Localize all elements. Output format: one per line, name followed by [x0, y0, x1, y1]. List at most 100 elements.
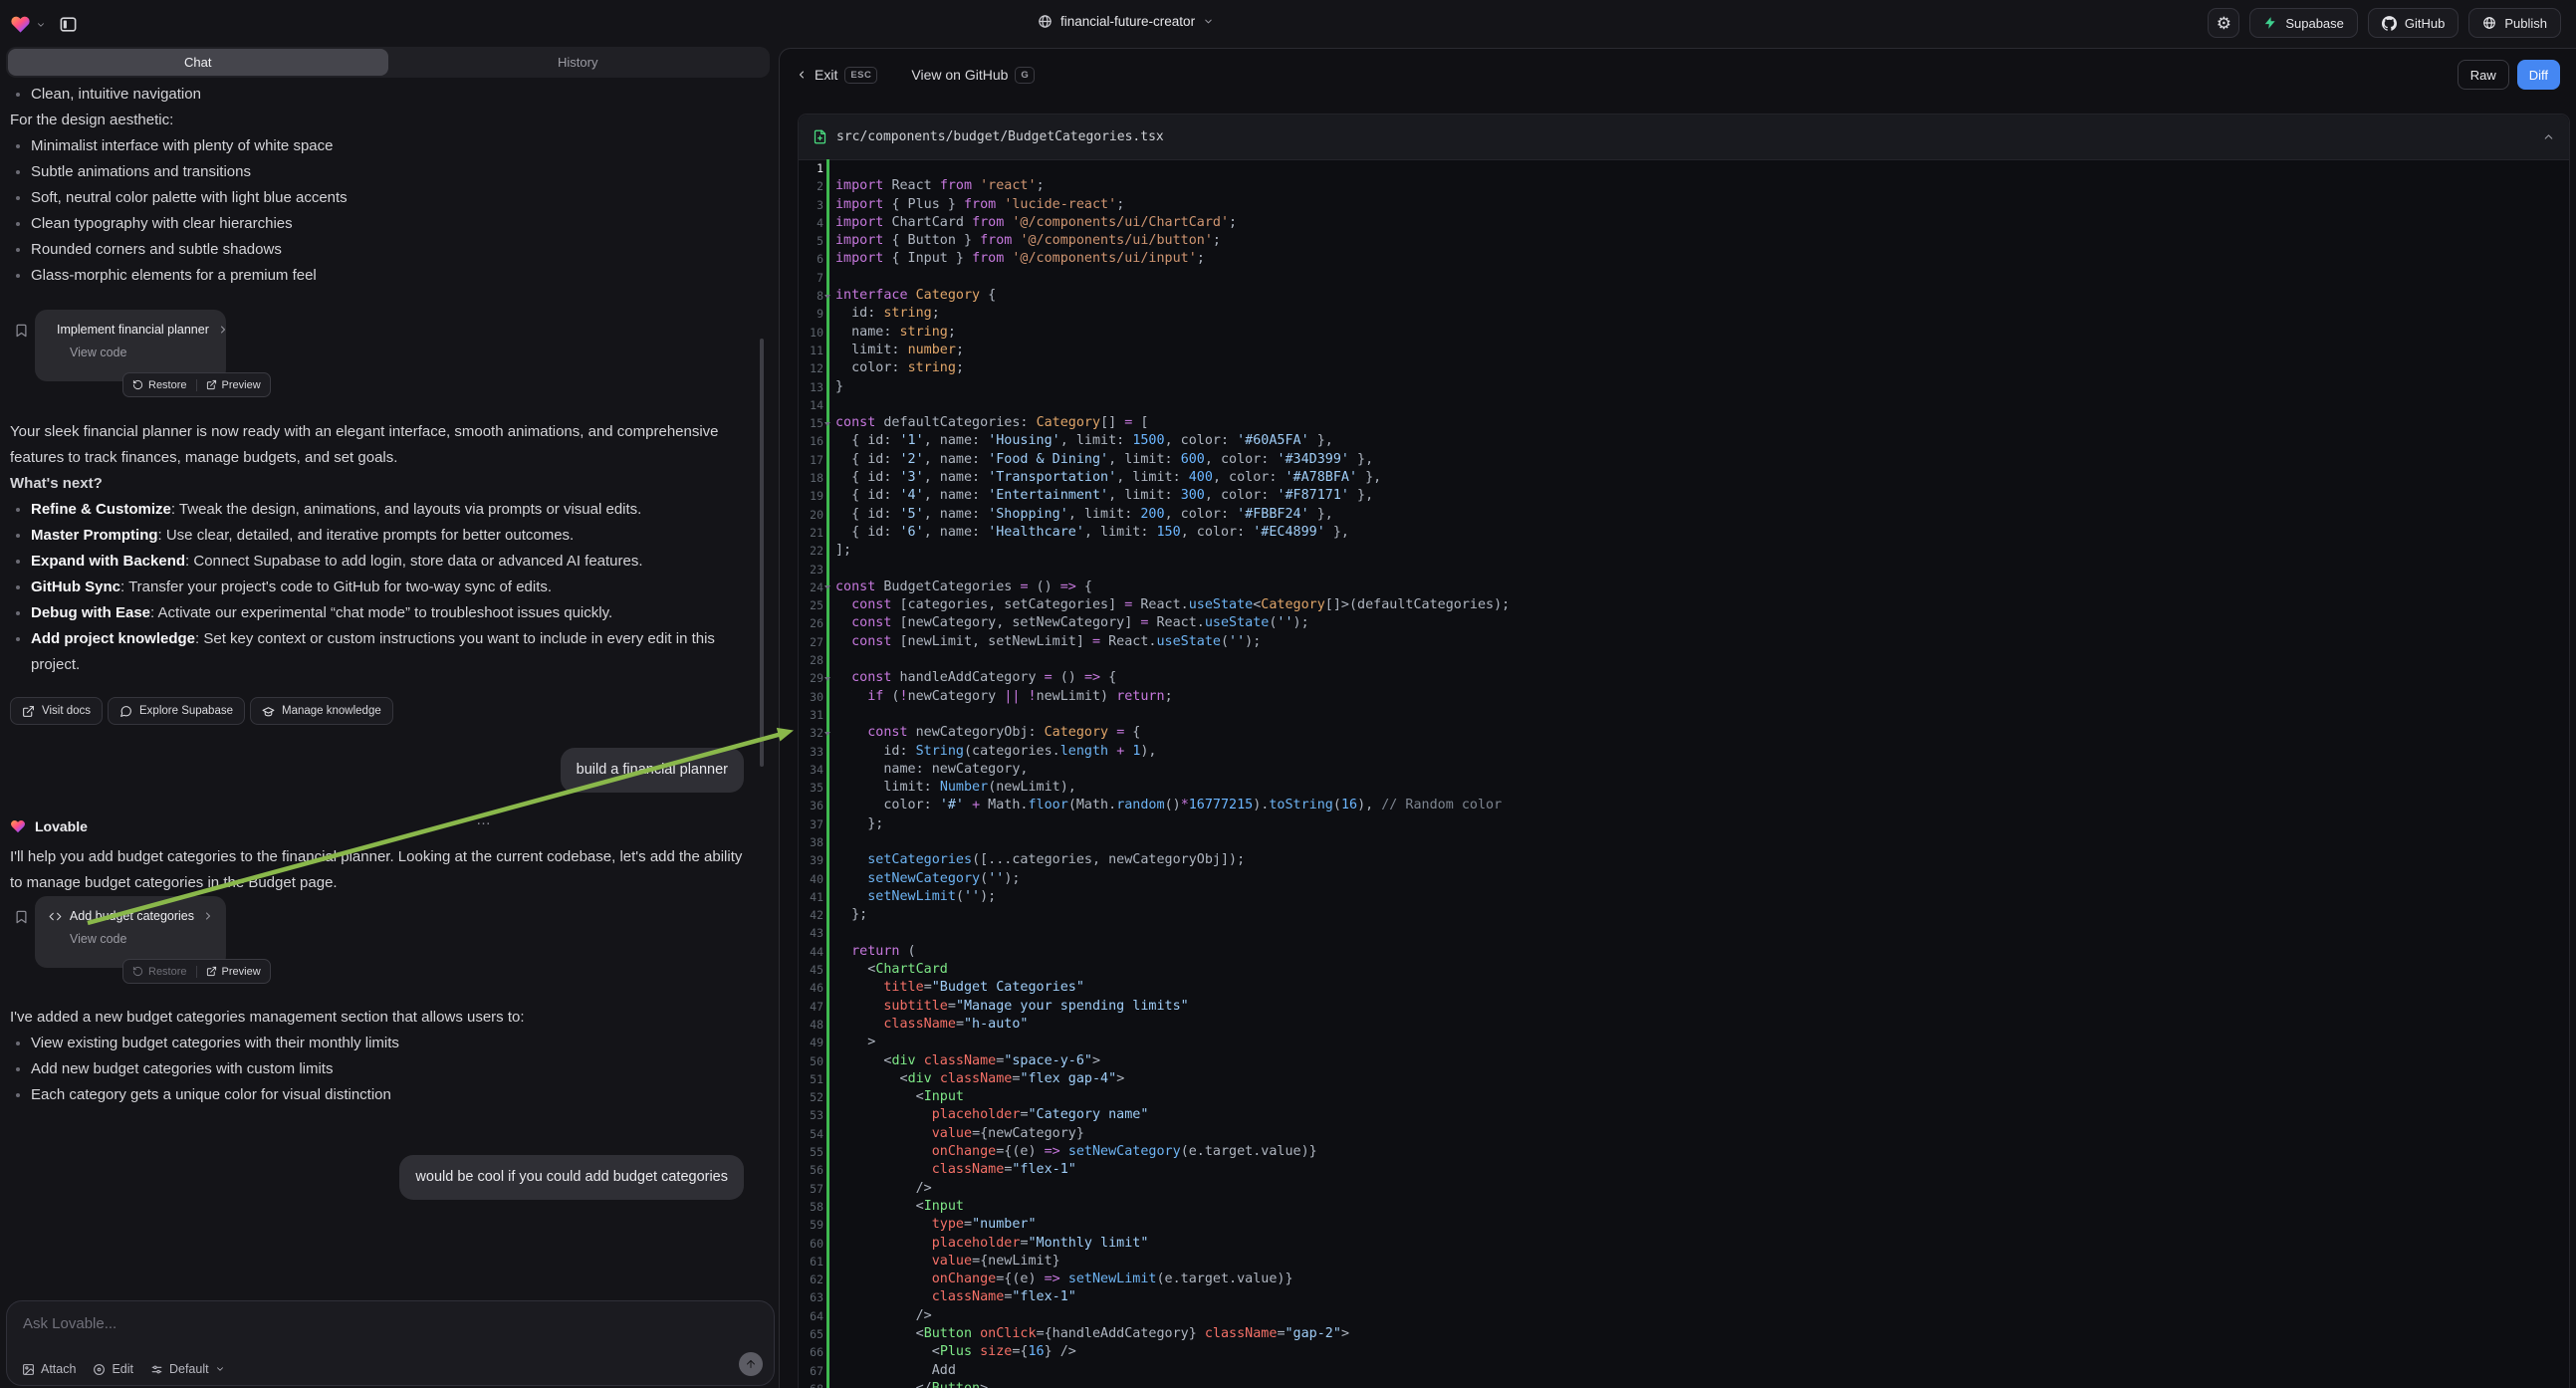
line-number: 68 — [799, 1380, 826, 1388]
preview-button[interactable]: Preview — [196, 379, 261, 391]
line-number: 9 — [799, 305, 826, 323]
fold-toggle-icon[interactable] — [824, 585, 830, 589]
line-number: 52 — [799, 1088, 826, 1106]
line-number: 40 — [799, 870, 826, 888]
fold-toggle-icon[interactable] — [824, 422, 830, 426]
code-line: 10 name: string; — [799, 324, 2569, 342]
more-options-icon[interactable] — [476, 811, 492, 828]
line-number: 60 — [799, 1235, 826, 1253]
line-number: 17 — [799, 451, 826, 469]
code-line: 24const BudgetCategories = () => { — [799, 578, 2569, 596]
line-number: 36 — [799, 797, 826, 814]
fold-toggle-icon[interactable] — [824, 677, 830, 681]
visit-docs-button[interactable]: Visit docs — [10, 697, 103, 725]
fold-toggle-icon[interactable] — [824, 295, 830, 299]
github-icon — [2382, 16, 2397, 31]
code-line: 52 <Input — [799, 1088, 2569, 1106]
tab-chat[interactable]: Chat — [8, 49, 388, 76]
toggle-sidebar-button[interactable] — [55, 11, 82, 38]
line-number: 3 — [799, 196, 826, 214]
code-line: 65 <Button onClick={handleAddCategory} c… — [799, 1325, 2569, 1343]
line-number: 61 — [799, 1253, 826, 1271]
globe-icon — [2482, 16, 2496, 30]
line-number: 21 — [799, 524, 826, 542]
code-line: 8interface Category { — [799, 287, 2569, 305]
version-card-add-budget-categories[interactable]: Add budget categories View code — [35, 896, 226, 968]
manage-knowledge-button[interactable]: Manage knowledge — [250, 697, 393, 725]
publish-button[interactable]: Publish — [2468, 8, 2561, 38]
line-number: 66 — [799, 1343, 826, 1361]
code-line: 36 color: '#' + Math.floor(Math.random()… — [799, 797, 2569, 814]
chevron-down-icon[interactable] — [36, 20, 46, 30]
version-card-wrapper: Add budget categories View code Restore — [10, 896, 752, 982]
lovable-editor: financial-future-creator ⚙ Supabase GitH… — [0, 0, 2576, 1388]
assistant-name: Lovable — [35, 818, 88, 834]
arrow-up-icon — [745, 1358, 757, 1370]
version-card-implement-planner[interactable]: Implement financial planner View code — [35, 310, 226, 381]
line-number: 62 — [799, 1271, 826, 1288]
code-line: 17 { id: '2', name: 'Food & Dining', lim… — [799, 451, 2569, 469]
bookmark-icon[interactable] — [14, 908, 29, 926]
chat-input[interactable]: Ask Lovable... — [23, 1315, 758, 1332]
project-switcher[interactable]: financial-future-creator — [1038, 14, 1214, 29]
line-number: 43 — [799, 924, 826, 942]
tab-history[interactable]: History — [388, 49, 769, 76]
diff-toggle-button[interactable]: Diff — [2517, 60, 2560, 90]
line-number: 39 — [799, 851, 826, 869]
list-item: Each category gets a unique color for vi… — [10, 1082, 752, 1108]
chevron-right-icon — [202, 910, 214, 922]
code-line: 64 /> — [799, 1307, 2569, 1325]
external-link-icon — [206, 966, 217, 977]
list-item: Soft, neutral color palette with light b… — [10, 185, 752, 211]
explore-supabase-button[interactable]: Explore Supabase — [108, 697, 245, 725]
list-item: GitHub Sync: Transfer your project's cod… — [10, 575, 752, 600]
lovable-logo-icon[interactable] — [10, 14, 31, 35]
user-message: would be cool if you could add budget ca… — [399, 1155, 744, 1200]
edit-mode-button[interactable]: Edit — [93, 1362, 133, 1376]
supabase-button[interactable]: Supabase — [2249, 8, 2358, 38]
view-code-link[interactable]: View code — [70, 346, 214, 359]
raw-toggle-button[interactable]: Raw — [2458, 60, 2509, 90]
restore-button[interactable]: Restore — [132, 966, 187, 978]
file-header[interactable]: src/components/budget/BudgetCategories.t… — [799, 115, 2569, 160]
preview-button[interactable]: Preview — [196, 966, 261, 978]
view-code-link[interactable]: View code — [70, 932, 214, 946]
code-panel: Exit ESC View on GitHub G Raw Diff src/c… — [779, 48, 2576, 1388]
fold-toggle-icon[interactable] — [824, 732, 830, 736]
line-number: 2 — [799, 177, 826, 195]
top-bar: financial-future-creator ⚙ Supabase GitH… — [0, 0, 2576, 46]
line-number: 45 — [799, 961, 826, 979]
line-number: 27 — [799, 633, 826, 651]
line-number: 49 — [799, 1034, 826, 1051]
github-button[interactable]: GitHub — [2368, 8, 2459, 38]
external-link-icon — [22, 705, 35, 718]
code-line: 47 subtitle="Manage your spending limits… — [799, 998, 2569, 1016]
line-number: 63 — [799, 1288, 826, 1306]
bookmark-icon[interactable] — [14, 322, 29, 340]
line-number: 29 — [799, 669, 826, 687]
code-line: 50 <div className="space-y-6"> — [799, 1052, 2569, 1070]
collapse-file-button[interactable] — [2542, 130, 2555, 143]
attach-button[interactable]: Attach — [22, 1362, 76, 1376]
code-line: 63 className="flex-1" — [799, 1288, 2569, 1306]
code-line: 26 const [newCategory, setNewCategory] =… — [799, 614, 2569, 632]
code-line: 30 if (!newCategory || !newLimit) return… — [799, 688, 2569, 706]
line-number: 24 — [799, 578, 826, 596]
line-number: 10 — [799, 324, 826, 342]
code-line: 41 setNewLimit(''); — [799, 888, 2569, 906]
mode-select[interactable]: Default — [150, 1362, 225, 1376]
code-line: 46 title="Budget Categories" — [799, 979, 2569, 997]
code-line: 39 setCategories([...categories, newCate… — [799, 851, 2569, 869]
line-number: 57 — [799, 1180, 826, 1198]
view-on-github-button[interactable]: View on GitHub G — [911, 67, 1035, 84]
send-button[interactable] — [739, 1352, 763, 1376]
image-icon — [22, 1363, 35, 1376]
line-number: 38 — [799, 833, 826, 851]
restore-button[interactable]: Restore — [132, 379, 187, 391]
chat-history-tabs: Chat History — [6, 47, 770, 78]
code-line: 21 { id: '6', name: 'Healthcare', limit:… — [799, 524, 2569, 542]
exit-button[interactable]: Exit ESC — [796, 67, 877, 84]
settings-button[interactable]: ⚙ — [2208, 8, 2239, 38]
chat-scrollbar[interactable] — [760, 339, 764, 767]
whats-next-list: Refine & Customize: Tweak the design, an… — [10, 497, 752, 678]
